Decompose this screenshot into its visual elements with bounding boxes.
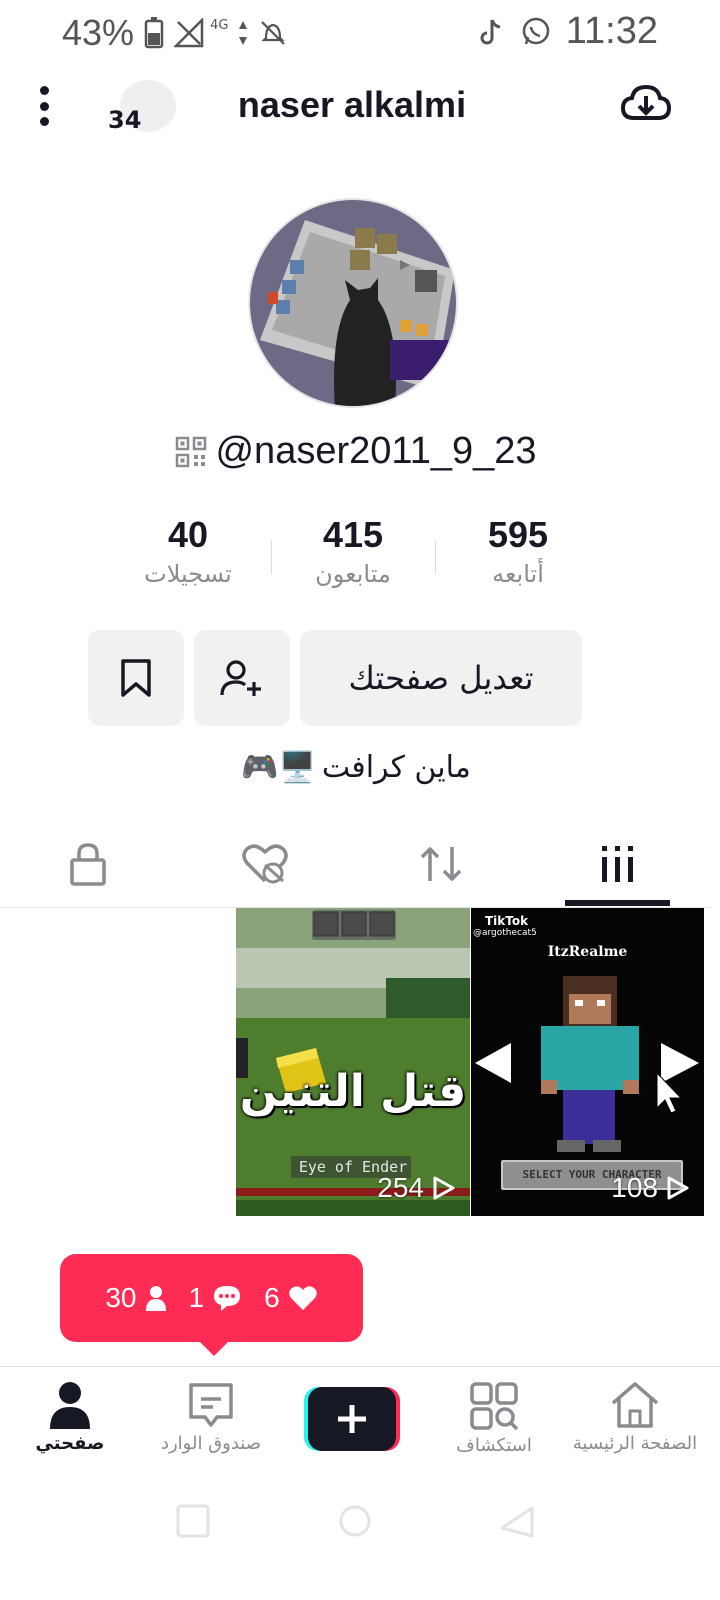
- stat-followers-label: متابعون: [315, 560, 391, 588]
- nav-profile-label: صفحتي: [35, 1433, 105, 1454]
- recents-icon[interactable]: [176, 1504, 210, 1538]
- add-friends-button[interactable]: [194, 630, 290, 726]
- video-grid-icon: [602, 846, 633, 882]
- comment-icon: [214, 1286, 241, 1311]
- nav-home[interactable]: الصفحة الرئيسية: [565, 1381, 705, 1454]
- video-thumbnail[interactable]: قتل التنين Eye of Ender 254: [236, 908, 470, 1216]
- view-count: 108: [611, 1172, 690, 1204]
- stat-likes-value: 595: [487, 514, 549, 555]
- favorites-button[interactable]: [88, 630, 184, 726]
- home-circle-icon[interactable]: [338, 1504, 372, 1538]
- battery-icon: [144, 17, 164, 49]
- new-likes-count: 6: [264, 1282, 280, 1313]
- system-navigation-bar: [0, 1490, 720, 1560]
- stat-divider: [271, 540, 272, 574]
- bio-emoji: 🎮🖥️: [241, 750, 316, 785]
- tiktok-watermark-handle: @argothecat5: [473, 928, 537, 938]
- person-icon: [145, 1286, 166, 1311]
- tab-liked[interactable]: [212, 834, 318, 894]
- plus-icon: [304, 1387, 400, 1451]
- view-count-value: 254: [377, 1172, 424, 1203]
- bookmark-icon: [121, 659, 151, 697]
- edit-profile-button[interactable]: تعديل صفحتك: [300, 630, 582, 726]
- view-count: 254: [377, 1172, 456, 1204]
- home-icon: [611, 1382, 659, 1428]
- nav-home-label: الصفحة الرئيسية: [572, 1433, 698, 1454]
- bio-text: ماين كرافت: [321, 750, 471, 785]
- bottom-navigation: صفحتي صندوق الوارد استكشاف الصفحة الرئيس…: [0, 1366, 720, 1476]
- nav-profile[interactable]: صفحتي: [0, 1381, 140, 1454]
- qr-code-icon[interactable]: [175, 436, 207, 468]
- tab-reposts[interactable]: [388, 834, 494, 894]
- profile-tabs: [0, 820, 712, 908]
- stat-divider: [435, 540, 436, 574]
- profile-bio: 🎮🖥️ ماين كرافت: [0, 750, 712, 785]
- repost-icon: [420, 847, 462, 881]
- battery-percentage: 43%: [62, 12, 135, 53]
- stat-following-value: 40: [167, 514, 209, 555]
- new-followers: 30: [105, 1282, 166, 1314]
- whatsapp-notification-icon: [522, 17, 549, 44]
- discover-icon: [470, 1382, 519, 1431]
- profile-icon: [50, 1382, 90, 1429]
- video-title: ItzRealme: [547, 944, 628, 960]
- inbox-icon: [189, 1383, 233, 1427]
- view-count-value: 108: [611, 1172, 658, 1203]
- video-title: قتل التنين: [239, 1066, 467, 1117]
- tab-videos[interactable]: [565, 834, 671, 894]
- data-arrows-icon: [239, 21, 248, 45]
- tab-private[interactable]: [35, 834, 141, 894]
- new-comments: 1: [189, 1282, 243, 1314]
- profile-avatar[interactable]: [248, 198, 458, 408]
- tiktok-notification-icon: [480, 18, 501, 44]
- profile-stats: 40 تسجيلات 415 متابعون 595 أتابعه: [104, 514, 618, 604]
- stat-following-label: تسجيلات: [144, 560, 232, 588]
- activity-notification-bubble[interactable]: 30 1 6: [60, 1254, 363, 1356]
- back-icon[interactable]: [500, 1504, 534, 1538]
- username: @naser2011_9_23: [215, 430, 537, 472]
- play-icon: [667, 1176, 689, 1200]
- stat-likes[interactable]: 595 أتابعه: [438, 514, 598, 588]
- stat-followers-value: 415: [322, 514, 384, 555]
- network-type: 4G: [210, 17, 229, 33]
- new-likes: 6: [264, 1282, 318, 1314]
- create-video-button[interactable]: [304, 1387, 400, 1451]
- stat-following[interactable]: 40 تسجيلات: [108, 514, 268, 588]
- add-user-icon: [220, 660, 261, 696]
- stat-likes-label: أتابعه: [492, 560, 544, 588]
- lock-icon: [70, 843, 106, 886]
- nav-discover[interactable]: استكشاف: [424, 1381, 564, 1456]
- play-icon: [433, 1176, 455, 1200]
- clock: 11:32: [565, 10, 658, 52]
- username-row[interactable]: @naser2011_9_23: [0, 430, 712, 473]
- tiktok-watermark: TikTok: [485, 914, 529, 928]
- signal-icon: [174, 18, 204, 48]
- profile-name: naser alkalmi: [237, 84, 467, 125]
- video-grid: قتل التنين Eye of Ender 254 TikTok @argo…: [0, 908, 704, 1218]
- new-followers-count: 30: [105, 1282, 137, 1313]
- profile-header: 34 naser alkalmi: [0, 70, 720, 146]
- nav-inbox-label: صندوق الوارد: [160, 1433, 262, 1454]
- status-bar: 43% 4G 11:32: [0, 0, 720, 66]
- hidden-heart-icon: [242, 844, 288, 884]
- heart-icon: [288, 1286, 317, 1310]
- cloud-download-icon[interactable]: [620, 82, 672, 126]
- video-thumbnail[interactable]: TikTok @argothecat5 ItzRealme SELECT YOU…: [471, 908, 704, 1216]
- active-tab-indicator: [565, 900, 670, 906]
- mute-bell-icon: [261, 21, 286, 45]
- nav-inbox[interactable]: صندوق الوارد: [141, 1381, 281, 1454]
- new-comments-count: 1: [188, 1282, 205, 1313]
- nav-discover-label: استكشاف: [456, 1435, 532, 1456]
- stat-followers[interactable]: 415 متابعون: [273, 514, 433, 588]
